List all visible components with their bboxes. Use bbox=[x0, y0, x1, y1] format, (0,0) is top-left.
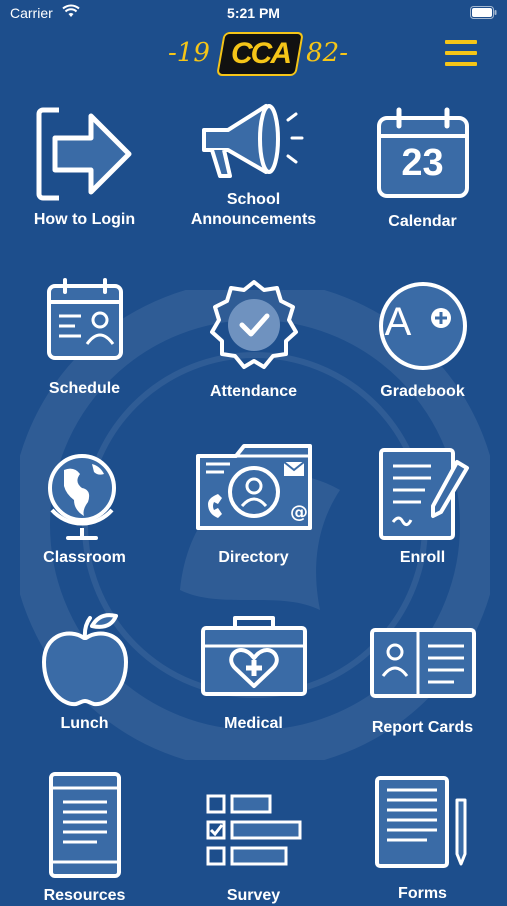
forms-document-icon bbox=[338, 774, 507, 870]
status-bar: Carrier 5:21 PM bbox=[0, 0, 507, 26]
megaphone-icon bbox=[169, 100, 338, 184]
school-logo: -19 CCA 82- bbox=[168, 30, 348, 76]
tile-report-cards[interactable]: Report Cards bbox=[338, 610, 507, 740]
tile-label: Lunch bbox=[60, 715, 109, 732]
tile-label: Directory bbox=[218, 549, 289, 566]
tile-classroom[interactable]: Classroom bbox=[0, 442, 169, 572]
hamburger-menu-icon[interactable] bbox=[445, 40, 477, 66]
tile-gradebook[interactable]: A Gradebook bbox=[338, 278, 507, 408]
attendance-badge-icon bbox=[169, 278, 338, 374]
login-arrow-icon bbox=[0, 106, 169, 202]
medical-kit-icon bbox=[169, 614, 338, 698]
logo-year-left: -19 bbox=[168, 38, 210, 68]
tile-label: Classroom bbox=[43, 549, 126, 566]
tablet-document-icon bbox=[0, 770, 169, 880]
directory-folder-icon: @ bbox=[169, 442, 338, 532]
tile-label: School Announcements bbox=[190, 191, 317, 228]
logo-badge: CCA bbox=[216, 32, 304, 76]
globe-icon bbox=[0, 448, 169, 542]
tile-attendance[interactable]: Attendance bbox=[169, 278, 338, 408]
tile-survey[interactable]: Survey bbox=[169, 770, 338, 904]
schedule-icon bbox=[0, 278, 169, 362]
tile-resources[interactable]: Resources bbox=[0, 770, 169, 904]
svg-text:@: @ bbox=[290, 502, 308, 523]
tile-directory[interactable]: @ Directory bbox=[169, 442, 338, 572]
tile-label: Enroll bbox=[399, 549, 446, 566]
survey-checklist-icon bbox=[169, 792, 338, 868]
report-card-icon bbox=[338, 626, 507, 700]
enroll-document-icon bbox=[338, 446, 507, 542]
tile-label: Gradebook bbox=[380, 383, 465, 400]
tile-label: Forms bbox=[398, 885, 447, 902]
grade-letter: A bbox=[384, 300, 412, 344]
tile-label: Calendar bbox=[388, 213, 457, 230]
tile-label: Survey bbox=[226, 887, 281, 904]
tile-label: Schedule bbox=[48, 380, 121, 397]
tile-calendar[interactable]: 23 Calendar bbox=[338, 100, 507, 240]
tile-schedule[interactable]: Schedule bbox=[0, 278, 169, 408]
tile-label: Attendance bbox=[209, 383, 298, 400]
tile-label: Medical bbox=[224, 715, 283, 732]
tile-label: How to Login bbox=[33, 211, 136, 228]
logo-year-right: 82- bbox=[306, 38, 348, 68]
tile-how-to-login[interactable]: How to Login bbox=[0, 100, 169, 240]
tile-medical[interactable]: Medical bbox=[169, 610, 338, 740]
apple-icon bbox=[0, 610, 169, 708]
logo-text: CCA bbox=[230, 37, 290, 70]
tile-label: Resources bbox=[43, 887, 126, 904]
tile-lunch[interactable]: Lunch bbox=[0, 610, 169, 740]
tile-school-announcements[interactable]: School Announcements bbox=[169, 100, 338, 240]
app-header: -19 CCA 82- bbox=[0, 26, 507, 78]
status-time: 5:21 PM bbox=[227, 5, 280, 21]
battery-icon bbox=[470, 6, 497, 22]
tile-forms[interactable]: Forms bbox=[338, 770, 507, 902]
calendar-day-number: 23 bbox=[401, 142, 444, 184]
tile-enroll[interactable]: Enroll bbox=[338, 442, 507, 572]
tile-label: Report Cards bbox=[371, 719, 474, 736]
